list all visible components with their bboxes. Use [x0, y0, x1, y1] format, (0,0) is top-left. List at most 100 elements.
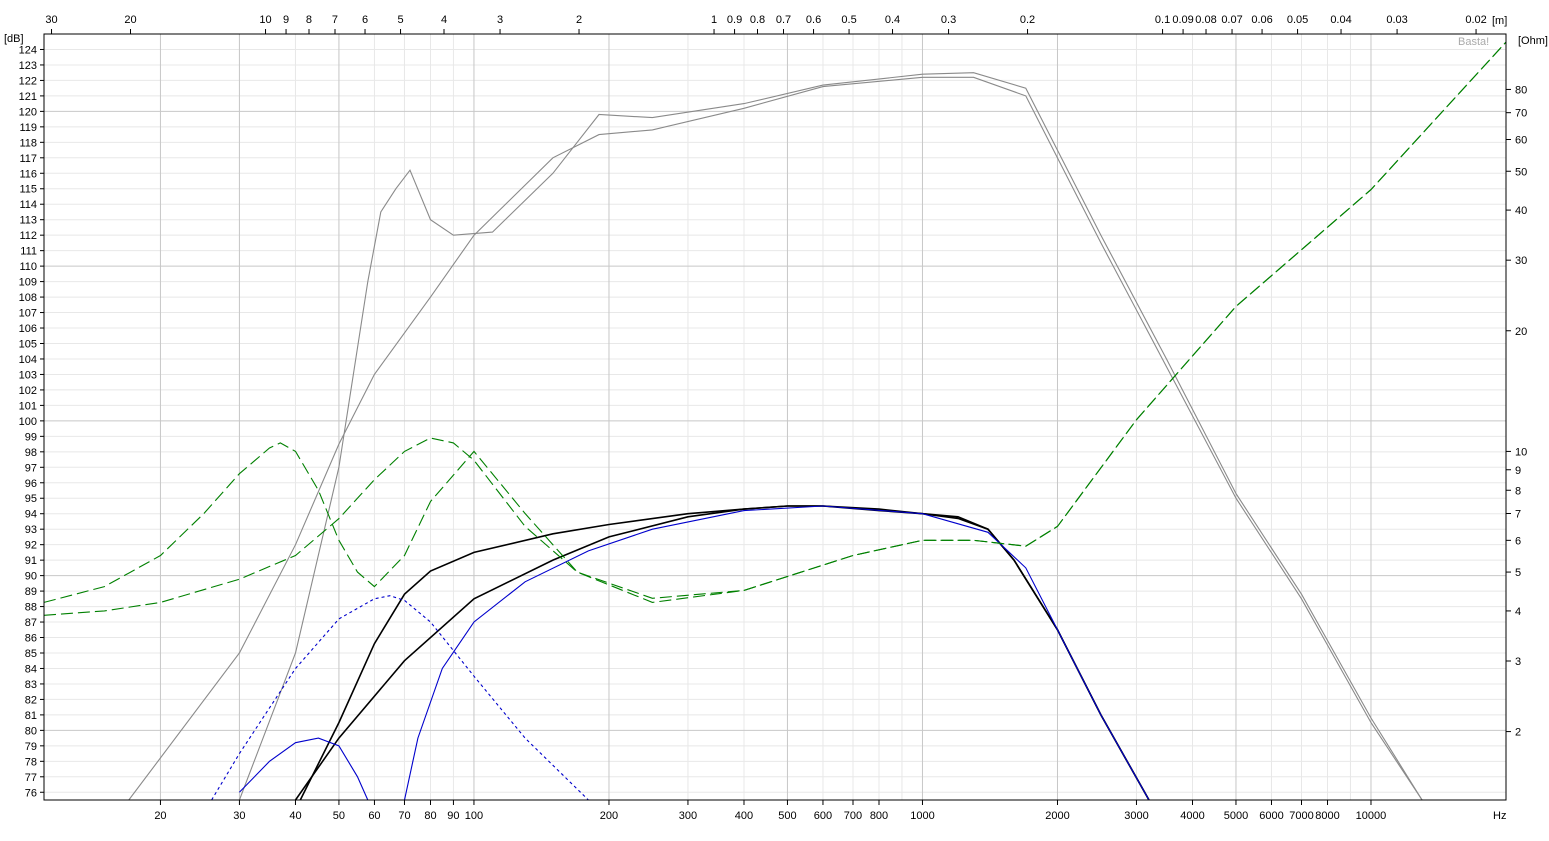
x-tick-label: 4000 [1180, 810, 1204, 822]
y2-tick-label: 20 [1515, 326, 1527, 338]
y-tick-label: 112 [19, 230, 37, 242]
wavelength-tick-label: 2 [576, 14, 582, 26]
y-tick-label: 100 [19, 416, 37, 428]
y-tick-label: 115 [19, 184, 37, 196]
wavelength-tick-label: 0.08 [1195, 14, 1216, 26]
y-tick-label: 95 [25, 493, 37, 505]
y-tick-label: 78 [25, 756, 37, 768]
y2-tick-label: 7 [1515, 509, 1521, 521]
wavelength-tick-label: 0.1 [1155, 14, 1170, 26]
y-tick-label: 76 [25, 787, 37, 799]
wavelength-tick-label: 7 [332, 14, 338, 26]
wavelength-tick-label: 0.2 [1020, 14, 1035, 26]
wavelength-tick-label: 0.8 [750, 14, 765, 26]
y-tick-label: 81 [25, 710, 37, 722]
y-tick-label: 102 [19, 385, 37, 397]
wavelength-tick-label: 3 [497, 14, 503, 26]
x-tick-label: 80 [424, 810, 436, 822]
y2-tick-label: 10 [1515, 446, 1527, 458]
wavelength-tick-label: 0.06 [1251, 14, 1272, 26]
y-tick-label: 92 [25, 540, 37, 552]
y-tick-label: 90 [25, 571, 37, 583]
y-tick-label: 114 [19, 199, 37, 211]
y-tick-label: 119 [19, 122, 37, 134]
y-tick-label: 116 [19, 168, 37, 180]
wavelength-tick-label: 6 [362, 14, 368, 26]
y-tick-label: 121 [19, 91, 37, 103]
y-tick-label: 82 [25, 694, 37, 706]
y2-tick-label: 30 [1515, 255, 1527, 267]
y-tick-label: 109 [19, 277, 37, 289]
x-tick-label: 50 [333, 810, 345, 822]
y-tick-label: 87 [25, 617, 37, 629]
y2-tick-label: 80 [1515, 84, 1527, 96]
y-tick-label: 98 [25, 447, 37, 459]
x-tick-label: 40 [289, 810, 301, 822]
y2-tick-label: 8 [1515, 485, 1521, 497]
y-tick-label: 106 [19, 323, 37, 335]
y-tick-label: 103 [19, 369, 37, 381]
y-tick-label: 105 [19, 338, 37, 350]
wavelength-tick-label: 8 [306, 14, 312, 26]
y2-tick-label: 2 [1515, 727, 1521, 739]
x-tick-label: 6000 [1259, 810, 1283, 822]
wavelength-tick-label: 30 [45, 14, 57, 26]
x-tick-label: 100 [465, 810, 483, 822]
wavelength-tick-label: 0.5 [841, 14, 856, 26]
y-tick-label: 111 [20, 246, 37, 258]
y2-tick-label: 4 [1515, 606, 1521, 618]
x-tick-label: 1000 [910, 810, 934, 822]
chart-canvas: 20 30 40 50 60 70 80 90 100 200 300 400 500 600 700 800… [0, 0, 1549, 836]
wavelength-tick-label: 0.02 [1465, 14, 1486, 26]
wavelength-tick-label: 0.05 [1287, 14, 1308, 26]
watermark: Basta! [1458, 36, 1489, 48]
y2-tick-label: 9 [1515, 465, 1521, 477]
x-tick-label: 30 [233, 810, 245, 822]
y-tick-label: 86 [25, 633, 37, 645]
wavelength-tick-label: 0.6 [806, 14, 821, 26]
x-axis-label: Hz [1493, 810, 1506, 822]
x-tick-label: 90 [447, 810, 459, 822]
y-tick-label: 110 [19, 261, 37, 273]
y-tick-label: 120 [19, 106, 37, 118]
y-tick-label: 84 [25, 663, 37, 675]
x-tick-label: 800 [870, 810, 888, 822]
y-tick-label: 80 [25, 725, 37, 737]
y-tick-label: 97 [25, 462, 37, 474]
y-tick-label: 85 [25, 648, 37, 660]
y2-axis-label: [Ohm] [1518, 35, 1548, 47]
y-tick-label: 104 [19, 354, 37, 366]
y-tick-label: 122 [19, 75, 37, 87]
x-tick-label: 7000 [1289, 810, 1313, 822]
y-tick-label: 108 [19, 292, 37, 304]
y2-tick-label: 70 [1515, 108, 1527, 120]
y-tick-label: 96 [25, 478, 37, 490]
wavelength-tick-label: 5 [397, 14, 403, 26]
y-tick-label: 117 [19, 153, 37, 165]
x-tick-label: 700 [844, 810, 862, 822]
wavelength-tick-label: 4 [441, 14, 447, 26]
y2-tick-label: 50 [1515, 166, 1527, 178]
x-tick-label: 300 [679, 810, 697, 822]
y-tick-label: 93 [25, 524, 37, 536]
y-tick-label: 79 [25, 741, 37, 753]
y-tick-label: 89 [25, 586, 37, 598]
wavelength-tick-label: 0.3 [941, 14, 956, 26]
x-tick-label: 5000 [1224, 810, 1248, 822]
y-tick-label: 77 [25, 772, 37, 784]
x-tick-label: 60 [368, 810, 380, 822]
x-tick-label: 70 [398, 810, 410, 822]
y-tick-label: 118 [19, 137, 37, 149]
y2-tick-label: 5 [1515, 567, 1521, 579]
wavelength-tick-label: 20 [124, 14, 136, 26]
y2-tick-label: 40 [1515, 205, 1527, 217]
wavelength-tick-label: 9 [283, 14, 289, 26]
y-axis-label: [dB] [4, 33, 24, 45]
wavelength-tick-label: 10 [259, 14, 271, 26]
x-tick-label: 200 [600, 810, 618, 822]
y2-tick-label: 6 [1515, 535, 1521, 547]
y-tick-label: 101 [19, 400, 37, 412]
wavelength-tick-label: 0.03 [1386, 14, 1407, 26]
wavelength-axis-label: [m] [1492, 15, 1507, 27]
wavelength-tick-label: 0.04 [1330, 14, 1351, 26]
